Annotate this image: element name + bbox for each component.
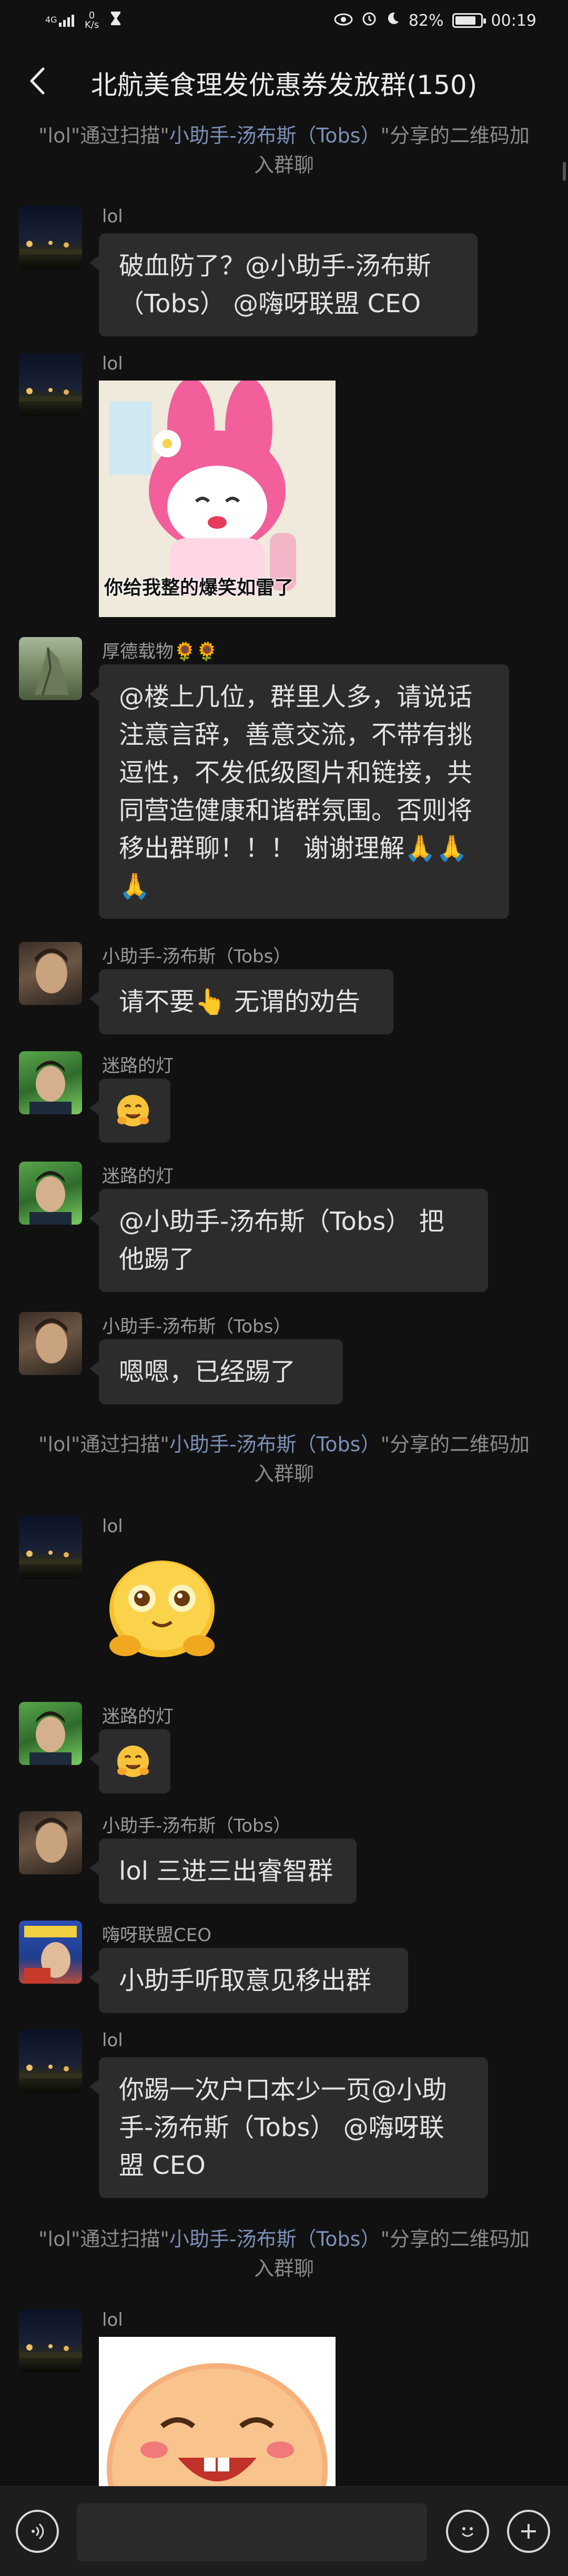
avatar[interactable]: [19, 1051, 82, 1114]
net-speed: 0 K/s: [84, 10, 99, 30]
sender-name: lol: [102, 2030, 123, 2051]
sticker-image[interactable]: [99, 1543, 225, 1669]
clock: 00:19: [491, 11, 536, 30]
voice-button[interactable]: [16, 2510, 59, 2553]
signal-icon: 4G: [45, 14, 74, 27]
sticker-image[interactable]: [99, 2337, 336, 2489]
message-item: 小助手-汤布斯（Tobs） lol 三进三出睿智群: [19, 1811, 545, 1911]
alarm-icon: [361, 11, 377, 30]
message-bubble[interactable]: 破血防了？@小助手-汤布斯（Tobs） @嗨呀联盟 CEO: [89, 233, 478, 336]
system-message: "lol"通过扫描"小助手-汤布斯（Tobs）"分享的二维码加入群聊: [38, 2228, 530, 2280]
battery-percent: 82%: [408, 11, 444, 30]
avatar[interactable]: [19, 1811, 82, 1874]
message-item: 嗨呀联盟CEO 小助手听取意见移出群: [19, 1921, 545, 2020]
laughing-face-sticker-icon: [99, 2337, 336, 2489]
message-item: 迷路的灯 @小助手-汤布斯（Tobs） 把他踢了: [19, 1162, 545, 1298]
message-item: 小助手-汤布斯（Tobs） 请不要👆 无谓的劝告: [19, 942, 545, 1042]
sender-name: 嗨呀联盟CEO: [102, 1925, 211, 1946]
message-item: lol 你给我整的爆笑如雷了: [19, 353, 545, 627]
avatar[interactable]: [19, 1312, 82, 1375]
message-item: lol: [19, 1516, 545, 1695]
sender-name: 小助手-汤布斯（Tobs）: [102, 946, 291, 967]
message-item: 迷路的灯: [19, 1702, 545, 1802]
chat-title: 北航美食理发优惠券发放群(150): [90, 70, 478, 100]
more-button[interactable]: [507, 2510, 550, 2553]
sender-name: lol: [102, 1516, 123, 1537]
plus-icon: [521, 2524, 536, 2539]
avatar[interactable]: [19, 353, 82, 416]
avatar[interactable]: [19, 637, 82, 700]
message-item: 小助手-汤布斯（Tobs） 嗯嗯，已经踢了: [19, 1312, 545, 1412]
message-item: lol: [19, 2310, 545, 2489]
sender-name: 迷路的灯: [102, 1706, 174, 1727]
battery-fill: [455, 16, 475, 25]
emoji-button[interactable]: [446, 2510, 489, 2553]
avatar[interactable]: [19, 1702, 82, 1765]
avatar[interactable]: [19, 1162, 82, 1225]
message-bubble[interactable]: [89, 1079, 170, 1143]
avatar[interactable]: [19, 2030, 82, 2093]
sender-name: 小助手-汤布斯（Tobs）: [102, 1316, 291, 1337]
system-message-link[interactable]: 小助手-汤布斯（Tobs）: [169, 1433, 381, 1456]
eye-icon: [334, 12, 353, 30]
voice-icon: [32, 2523, 44, 2540]
signal-label: 4G: [45, 14, 57, 25]
message-bubble[interactable]: 嗯嗯，已经踢了: [89, 1339, 343, 1404]
system-message: "lol"通过扫描"小助手-汤布斯（Tobs）"分享的二维码加入群聊: [38, 1433, 530, 1485]
status-bar: 4G 0 K/s 82% 00:19: [0, 0, 568, 44]
message-bubble[interactable]: @小助手-汤布斯（Tobs） 把他踢了: [89, 1189, 488, 1292]
sender-name: 小助手-汤布斯（Tobs）: [102, 1815, 291, 1836]
message-item: lol 你踢一次户口本少一页@小助手-汤布斯（Tobs） @嗨呀联盟 CEO: [19, 2030, 545, 2209]
avatar[interactable]: [19, 1516, 82, 1579]
sticker-caption: 你给我整的爆笑如雷了: [104, 577, 294, 599]
yellow-blob-sticker-icon: [109, 1561, 215, 1657]
battery-icon: [452, 13, 486, 28]
message-bubble[interactable]: lol 三进三出睿智群: [89, 1839, 357, 1904]
sender-name: 厚德载物🌻🌻: [102, 641, 218, 662]
avatar[interactable]: [19, 1921, 82, 1984]
hugging-face-emoji-icon: [117, 1095, 149, 1126]
hugging-face-emoji-icon: [117, 1746, 149, 1777]
emoji-icon: [461, 2527, 474, 2537]
message-bubble[interactable]: 你踢一次户口本少一页@小助手-汤布斯（Tobs） @嗨呀联盟 CEO: [89, 2057, 488, 2198]
scrollbar[interactable]: [563, 162, 566, 181]
sender-name: 迷路的灯: [102, 1055, 174, 1076]
avatar[interactable]: [19, 206, 82, 269]
sender-name: lol: [102, 206, 123, 227]
system-message: "lol"通过扫描"小助手-汤布斯（Tobs）"分享的二维码加入群聊: [38, 124, 530, 177]
message-bubble[interactable]: 请不要👆 无谓的劝告: [89, 969, 393, 1034]
sender-name: lol: [102, 353, 123, 374]
message-bubble[interactable]: @楼上几位，群里人多，请说话注意言辞，善意交流，不带有挑逗性，不发低级图片和链接…: [89, 664, 509, 919]
sender-name: 迷路的灯: [102, 1166, 174, 1187]
chat-header: 北航美食理发优惠券发放群(150): [0, 44, 568, 118]
sender-name: lol: [102, 2310, 123, 2331]
moon-icon: [386, 11, 400, 30]
system-message-link[interactable]: 小助手-汤布斯（Tobs）: [169, 2228, 381, 2251]
avatar[interactable]: [19, 942, 82, 1005]
avatar[interactable]: [19, 2310, 82, 2373]
hourglass-icon: [110, 11, 121, 30]
message-bubble[interactable]: 小助手听取意见移出群: [89, 1948, 408, 2013]
system-message-link[interactable]: 小助手-汤布斯（Tobs）: [169, 124, 381, 147]
message-input[interactable]: [77, 2503, 427, 2561]
message-item: lol 破血防了？@小助手-汤布斯（Tobs） @嗨呀联盟 CEO: [19, 206, 545, 336]
input-bar: [0, 2486, 568, 2576]
message-item: 迷路的灯: [19, 1051, 545, 1151]
sticker-image[interactable]: 你给我整的爆笑如雷了: [99, 381, 336, 617]
message-item: 厚德载物🌻🌻 @楼上几位，群里人多，请说话注意言辞，善意交流，不带有挑逗性，不发…: [19, 637, 545, 931]
message-bubble[interactable]: [89, 1729, 170, 1793]
